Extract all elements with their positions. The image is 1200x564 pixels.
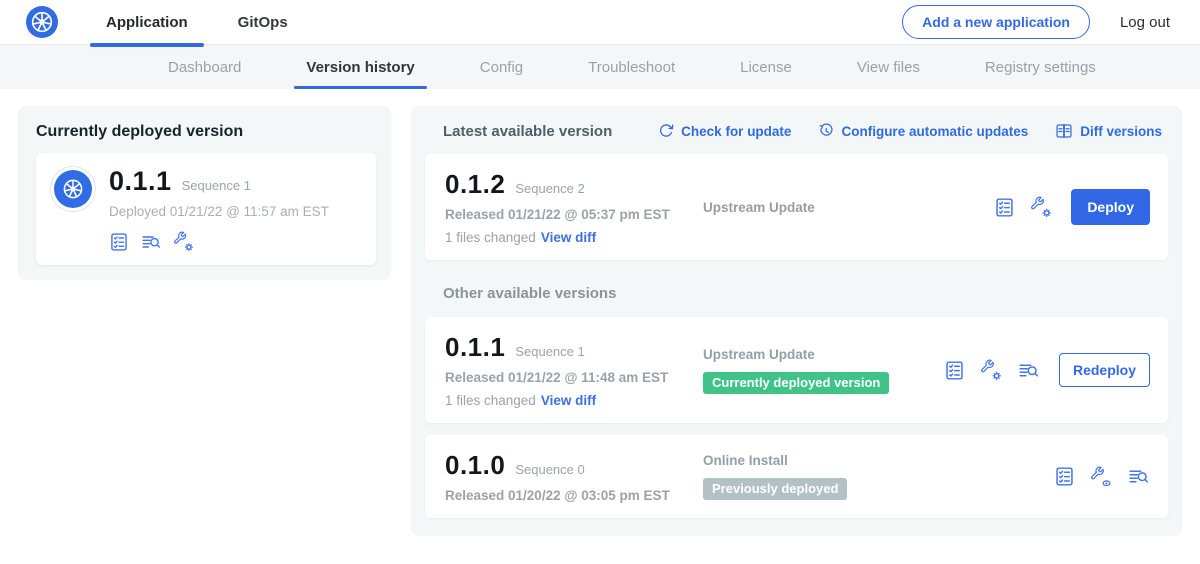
- subnav-tab-license[interactable]: License: [736, 45, 796, 89]
- add-application-button[interactable]: Add a new application: [902, 5, 1090, 39]
- version-number: 0.1.0: [445, 450, 505, 481]
- deployed-sequence-label: Sequence 1: [182, 178, 251, 193]
- version-row-0-1-1: 0.1.1 Sequence 1 Released 01/21/22 @ 11:…: [425, 317, 1168, 423]
- tab-gitops-label: GitOps: [238, 14, 288, 31]
- tab-gitops[interactable]: GitOps: [222, 0, 304, 45]
- view-diff-link[interactable]: View diff: [541, 230, 596, 245]
- released-timestamp: Released 01/21/22 @ 05:37 pm EST: [445, 207, 703, 222]
- subnav-tab-registry-settings[interactable]: Registry settings: [981, 45, 1100, 89]
- deploy-button[interactable]: Deploy: [1071, 189, 1150, 225]
- deployed-version-number: 0.1.1: [109, 166, 172, 197]
- check-for-update-link[interactable]: Check for update: [658, 123, 791, 139]
- tab-application-label: Application: [106, 14, 188, 31]
- app-subnav: Dashboard Version history Config Trouble…: [0, 45, 1200, 89]
- kubernetes-logo-icon[interactable]: [26, 6, 58, 38]
- latest-available-title: Latest available version: [443, 123, 612, 140]
- subnav-tab-dashboard[interactable]: Dashboard: [164, 45, 245, 89]
- sequence-label: Sequence 0: [515, 462, 584, 477]
- files-changed-label: 1 files changed: [445, 230, 536, 245]
- version-source-label: Online Install: [703, 453, 1054, 468]
- files-changed-label: 1 files changed: [445, 393, 536, 408]
- version-row-0-1-0: 0.1.0 Sequence 0 Released 01/20/22 @ 03:…: [425, 435, 1168, 518]
- redeploy-button[interactable]: Redeploy: [1059, 353, 1150, 387]
- config-edit-icon[interactable]: [173, 231, 194, 252]
- preflight-checks-icon[interactable]: [944, 360, 965, 381]
- config-edit-icon[interactable]: [980, 359, 1002, 381]
- app-logo: [50, 166, 96, 212]
- refresh-icon: [658, 123, 674, 139]
- version-source-label: Upstream Update: [703, 347, 944, 362]
- currently-deployed-badge: Currently deployed version: [703, 372, 889, 394]
- released-timestamp: Released 01/20/22 @ 03:05 pm EST: [445, 488, 703, 503]
- subnav-tab-config[interactable]: Config: [476, 45, 527, 89]
- deployed-timestamp: Deployed 01/21/22 @ 11:57 am EST: [109, 204, 329, 219]
- deploy-logs-icon[interactable]: [1017, 360, 1040, 381]
- tab-application[interactable]: Application: [90, 0, 204, 45]
- previously-deployed-badge: Previously deployed: [703, 478, 847, 500]
- version-number: 0.1.2: [445, 169, 505, 200]
- sequence-label: Sequence 1: [515, 344, 584, 359]
- diff-icon: [1055, 122, 1073, 140]
- deployed-version-card: 0.1.1 Sequence 1 Deployed 01/21/22 @ 11:…: [36, 153, 376, 265]
- version-row-0-1-2: 0.1.2 Sequence 2 Released 01/21/22 @ 05:…: [425, 154, 1168, 260]
- view-diff-link[interactable]: View diff: [541, 393, 596, 408]
- deploy-logs-icon[interactable]: [1127, 466, 1150, 487]
- automatic-updates-icon: [818, 123, 834, 139]
- deployed-card-title: Currently deployed version: [36, 123, 376, 141]
- preflight-checks-icon[interactable]: [109, 232, 129, 252]
- available-versions-panel: Latest available version Check for updat…: [411, 106, 1182, 536]
- preflight-checks-icon[interactable]: [994, 197, 1015, 218]
- diff-versions-link[interactable]: Diff versions: [1055, 122, 1162, 140]
- released-timestamp: Released 01/21/22 @ 11:48 am EST: [445, 370, 703, 385]
- version-number: 0.1.1: [445, 332, 505, 363]
- preflight-checks-icon[interactable]: [1054, 466, 1075, 487]
- main-content: Currently deployed version 0.1.1 Sequenc…: [0, 89, 1200, 553]
- top-header: Application GitOps Add a new application…: [0, 0, 1200, 45]
- currently-deployed-card: Currently deployed version 0.1.1 Sequenc…: [18, 106, 391, 280]
- deploy-logs-icon[interactable]: [140, 232, 162, 252]
- subnav-tab-troubleshoot[interactable]: Troubleshoot: [584, 45, 679, 89]
- subnav-tab-view-files[interactable]: View files: [853, 45, 924, 89]
- other-available-title: Other available versions: [443, 285, 1162, 302]
- logout-button[interactable]: Log out: [1120, 14, 1170, 31]
- configure-automatic-updates-link[interactable]: Configure automatic updates: [818, 123, 1028, 139]
- subnav-tab-version-history[interactable]: Version history: [302, 45, 418, 89]
- version-source-label: Upstream Update: [703, 200, 994, 215]
- config-edit-icon[interactable]: [1030, 196, 1052, 218]
- sequence-label: Sequence 2: [515, 181, 584, 196]
- config-view-icon[interactable]: [1090, 466, 1112, 488]
- kubernetes-logo-icon: [54, 170, 92, 208]
